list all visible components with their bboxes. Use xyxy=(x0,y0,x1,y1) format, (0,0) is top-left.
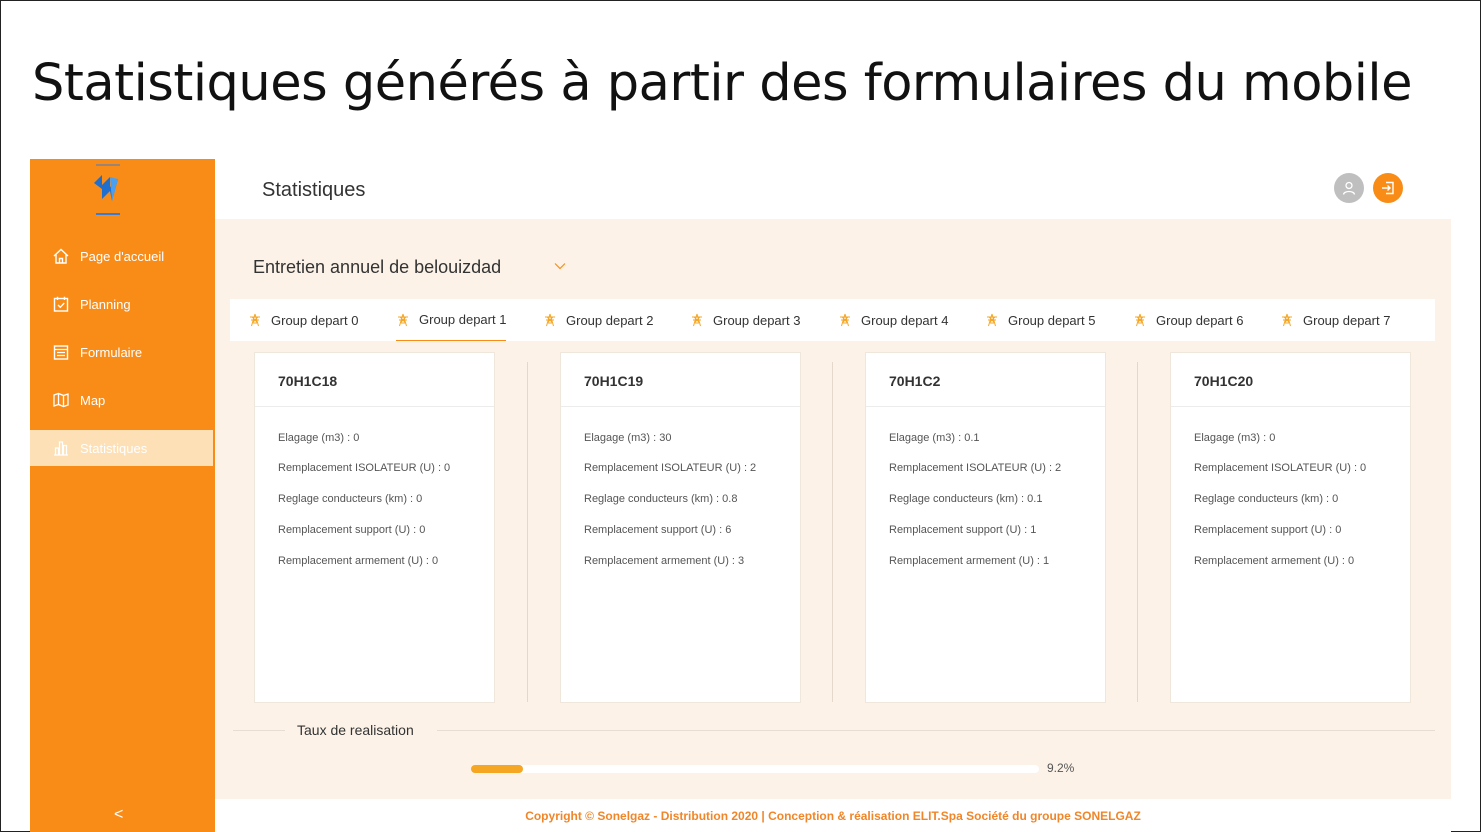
sidebar-item-planning[interactable]: Planning xyxy=(30,286,213,322)
slide-title: Statistiques générés à partir des formul… xyxy=(32,54,1412,113)
card-stat-isolateur: Remplacement ISOLATEUR (U) : 0 xyxy=(278,462,451,474)
tab-group-depart-6[interactable]: Group depart 6 xyxy=(1133,299,1243,341)
tab-label: Group depart 7 xyxy=(1303,312,1391,328)
card-stat-conducteurs: Reglage conducteurs (km) : 0 xyxy=(1194,493,1339,505)
card-stat-elagage: Elagage (m3) : 30 xyxy=(584,432,672,444)
tab-group-depart-5[interactable]: Group depart 5 xyxy=(985,299,1095,341)
sidebar: Page d'accueil Planning Formulaire Map S… xyxy=(30,159,215,832)
card-divider xyxy=(527,362,528,702)
card-divider xyxy=(832,362,833,702)
sidebar-item-label: Page d'accueil xyxy=(80,248,165,264)
card-stat-support: Remplacement support (U) : 1 xyxy=(889,524,1037,536)
sidebar-item-formulaire[interactable]: Formulaire xyxy=(30,334,213,370)
footer: Copyright © Sonelgaz - Distribution 2020… xyxy=(215,799,1451,832)
card-stat-armement: Remplacement armement (U) : 3 xyxy=(584,555,745,567)
progress-percent: 9.2% xyxy=(1047,761,1075,775)
card-stat-support: Remplacement support (U) : 6 xyxy=(584,524,732,536)
card-stat-isolateur: Remplacement ISOLATEUR (U) : 2 xyxy=(584,462,757,474)
statistics-content: Entretien annuel de belouizdad Group dep… xyxy=(215,219,1451,799)
card-stat-conducteurs: Reglage conducteurs (km) : 0 xyxy=(278,493,423,505)
card-stat-conducteurs: Reglage conducteurs (km) : 0.8 xyxy=(584,493,738,505)
header: Statistiques xyxy=(215,159,1451,219)
card-stat-armement: Remplacement armement (U) : 1 xyxy=(889,555,1050,567)
card-title: 70H1C20 xyxy=(1171,353,1410,407)
tab-label: Group depart 1 xyxy=(419,312,507,327)
progress-fill xyxy=(471,765,524,773)
page-title: Statistiques xyxy=(262,179,366,201)
logout-icon[interactable] xyxy=(1373,173,1403,203)
map-icon xyxy=(52,391,70,409)
card-title: 70H1C2 xyxy=(866,353,1105,407)
sidebar-item-home[interactable]: Page d'accueil xyxy=(30,238,213,274)
tab-label: Group depart 5 xyxy=(1008,312,1096,328)
pylon-icon xyxy=(690,313,704,327)
card-stat-support: Remplacement support (U) : 0 xyxy=(278,524,426,536)
sidebar-item-statistiques[interactable]: Statistiques xyxy=(30,430,213,466)
card-stat-armement: Remplacement armement (U) : 0 xyxy=(278,555,439,567)
planning-select[interactable]: Entretien annuel de belouizdad xyxy=(253,257,501,278)
card-stat-elagage: Elagage (m3) : 0 xyxy=(1194,432,1276,444)
card-stat-isolateur: Remplacement ISOLATEUR (U) : 2 xyxy=(889,462,1062,474)
pylon-icon xyxy=(248,313,262,327)
tab-group-depart-1[interactable]: Group depart 1 xyxy=(396,299,507,341)
pylon-icon xyxy=(838,313,852,327)
home-icon xyxy=(52,247,70,265)
tab-group-depart-4[interactable]: Group depart 4 xyxy=(838,299,948,341)
sidebar-item-label: Statistiques xyxy=(80,440,148,456)
tab-label: Group depart 6 xyxy=(1156,312,1244,328)
card-stat-conducteurs: Reglage conducteurs (km) : 0.1 xyxy=(889,493,1043,505)
card-stat-armement: Remplacement armement (U) : 0 xyxy=(1194,555,1355,567)
depart-card: 70H1C18 Elagage (m3) : 0 Remplacement IS… xyxy=(254,352,495,703)
sidebar-item-label: Formulaire xyxy=(80,344,143,360)
sidebar-item-label: Map xyxy=(80,392,106,408)
sidebar-item-label: Planning xyxy=(80,296,131,312)
form-icon xyxy=(52,343,70,361)
card-divider xyxy=(1137,362,1138,702)
group-tabs: Group depart 0 Group depart 1 Group depa… xyxy=(230,299,1435,341)
card-title: 70H1C18 xyxy=(255,353,494,407)
sidebar-item-map[interactable]: Map xyxy=(30,382,213,418)
calendar-check-icon xyxy=(52,295,70,313)
tab-label: Group depart 2 xyxy=(566,312,654,328)
section-divider xyxy=(437,730,1435,731)
pylon-icon xyxy=(543,313,557,327)
app-window: Page d'accueil Planning Formulaire Map S… xyxy=(30,159,1451,832)
pylon-icon xyxy=(985,313,999,327)
card-stat-support: Remplacement support (U) : 0 xyxy=(1194,524,1342,536)
section-divider xyxy=(233,730,285,731)
pylon-icon xyxy=(396,313,410,327)
card-stat-elagage: Elagage (m3) : 0.1 xyxy=(889,432,980,444)
rate-label: Taux de realisation xyxy=(297,722,414,738)
tab-label: Group depart 3 xyxy=(713,312,801,328)
bar-chart-icon xyxy=(52,439,70,457)
pylon-icon xyxy=(1280,313,1294,327)
user-icon[interactable] xyxy=(1334,173,1364,203)
pylon-icon xyxy=(1133,313,1147,327)
sidebar-collapse-button[interactable]: < xyxy=(114,806,123,824)
sonelgaz-logo[interactable] xyxy=(88,163,128,221)
depart-card: 70H1C20 Elagage (m3) : 0 Remplacement IS… xyxy=(1170,352,1411,703)
card-stat-isolateur: Remplacement ISOLATEUR (U) : 0 xyxy=(1194,462,1367,474)
tab-group-depart-0[interactable]: Group depart 0 xyxy=(248,299,358,341)
footer-copyright: Copyright © Sonelgaz - Distribution 2020… xyxy=(525,808,1141,823)
tab-group-depart-2[interactable]: Group depart 2 xyxy=(543,299,653,341)
card-title: 70H1C19 xyxy=(561,353,800,407)
tab-group-depart-3[interactable]: Group depart 3 xyxy=(690,299,800,341)
tab-label: Group depart 0 xyxy=(271,312,359,328)
progress-bar xyxy=(471,765,1039,773)
tab-group-depart-7[interactable]: Group depart 7 xyxy=(1280,299,1390,341)
tab-label: Group depart 4 xyxy=(861,312,949,328)
depart-card: 70H1C19 Elagage (m3) : 30 Remplacement I… xyxy=(560,352,801,703)
depart-card: 70H1C2 Elagage (m3) : 0.1 Remplacement I… xyxy=(865,352,1106,703)
card-stat-elagage: Elagage (m3) : 0 xyxy=(278,432,360,444)
chevron-down-icon[interactable] xyxy=(553,259,567,273)
